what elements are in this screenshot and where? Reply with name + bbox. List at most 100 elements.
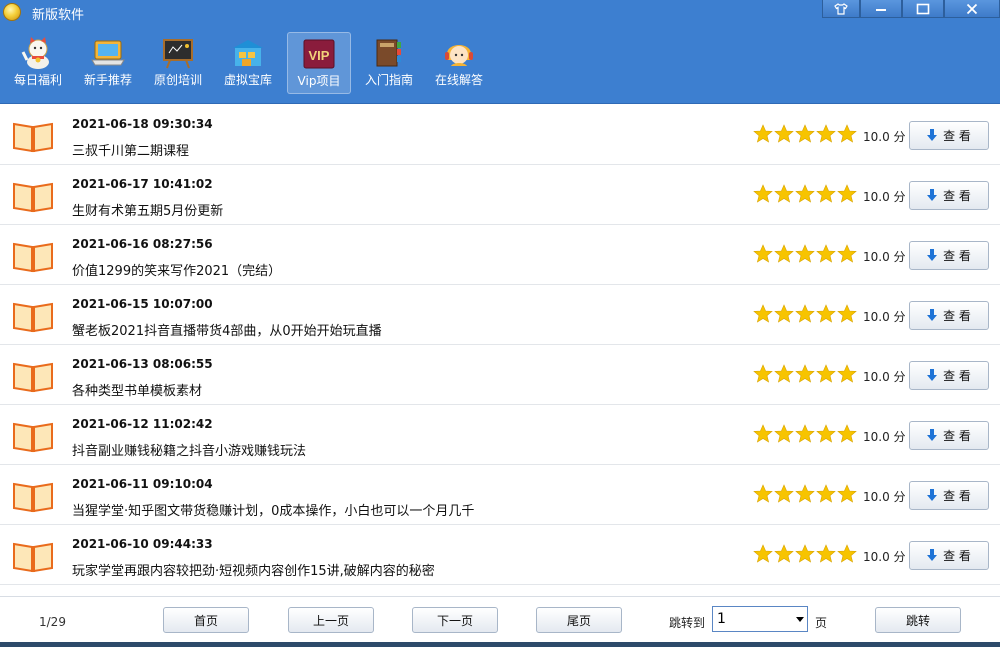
app-logo-icon: [3, 3, 21, 21]
close-button[interactable]: [944, 0, 1000, 18]
view-button[interactable]: 查 看: [909, 481, 989, 510]
toolbar-item-daily-benefits[interactable]: 每日福利: [6, 32, 70, 94]
item-date: 2021-06-12 11:02:42: [72, 417, 213, 431]
star-icon: [816, 544, 836, 563]
last-page-button[interactable]: 尾页: [536, 607, 622, 633]
minimize-button[interactable]: [860, 0, 902, 18]
star-icon: [795, 364, 815, 383]
view-button-label: 查 看: [943, 249, 971, 263]
toolbar-item-label: 在线解答: [434, 73, 483, 87]
star-icon: [753, 484, 773, 503]
star-icon: [774, 364, 794, 383]
star-icon: [774, 124, 794, 143]
list-item: 2021-06-16 08:27:56 价值1299的笑来写作2021（完结） 10…: [0, 225, 1000, 285]
rating-stars: [753, 484, 857, 504]
list-item: 2021-06-13 08:06:55 各种类型书单模板素材 10.0 分 查 看: [0, 345, 1000, 405]
pagination-bar: 1/29 首页 上一页 下一页 尾页 跳转到 1 页 跳转: [0, 596, 1000, 642]
skin-button[interactable]: [822, 0, 860, 18]
rating-stars: [753, 304, 857, 324]
toolbar-item-label: 每日福利: [13, 73, 62, 87]
window-bottom-border: [0, 642, 1000, 647]
close-icon: [966, 3, 978, 14]
star-icon: [837, 484, 857, 503]
list-item: 2021-06-15 10:07:00 蟹老板2021抖音直播带货4部曲，从0开始…: [0, 285, 1000, 345]
toolbar-item-virtual-treasury[interactable]: 虚拟宝库: [216, 32, 280, 94]
maximize-button[interactable]: [902, 0, 944, 18]
download-arrow-icon: [927, 129, 938, 141]
view-button[interactable]: 查 看: [909, 241, 989, 270]
rating-stars: [753, 364, 857, 384]
view-button[interactable]: 查 看: [909, 541, 989, 570]
star-icon: [795, 484, 815, 503]
vip-badge-text: VIP: [309, 48, 330, 63]
star-icon: [753, 184, 773, 203]
prev-page-button[interactable]: 上一页: [288, 607, 374, 633]
star-icon: [837, 304, 857, 323]
item-date: 2021-06-18 09:30:34: [72, 117, 213, 131]
toolbar-item-original-training[interactable]: 原创培训: [146, 32, 210, 94]
item-score: 10.0 分: [863, 130, 906, 144]
rating-stars: [753, 124, 857, 144]
item-date: 2021-06-10 09:44:33: [72, 537, 213, 551]
star-icon: [753, 544, 773, 563]
star-icon: [795, 244, 815, 263]
tshirt-icon: [834, 2, 848, 15]
star-icon: [795, 184, 815, 203]
star-icon: [774, 484, 794, 503]
star-icon: [816, 244, 836, 263]
star-icon: [816, 484, 836, 503]
star-icon: [837, 244, 857, 263]
first-page-button[interactable]: 首页: [163, 607, 249, 633]
list-item: 2021-06-12 11:02:42 抖音副业赚钱秘籍之抖音小游戏赚钱玩法 10.…: [0, 405, 1000, 465]
star-icon: [837, 544, 857, 563]
jump-button[interactable]: 跳转: [875, 607, 961, 633]
item-score: 10.0 分: [863, 370, 906, 384]
laptop-icon: [90, 36, 126, 70]
toolbar-item-online-answers[interactable]: 在线解答: [427, 32, 491, 94]
view-button[interactable]: 查 看: [909, 301, 989, 330]
item-date: 2021-06-17 10:41:02: [72, 177, 213, 191]
star-icon: [837, 364, 857, 383]
book-icon: [13, 362, 53, 393]
toolbar-item-getting-started[interactable]: 入门指南: [357, 32, 421, 94]
window-controls: [822, 0, 1000, 18]
view-button[interactable]: 查 看: [909, 361, 989, 390]
star-icon: [816, 424, 836, 443]
book-icon: [13, 542, 53, 573]
star-icon: [774, 244, 794, 263]
item-title: 生财有术第五期5月份更新: [72, 204, 224, 219]
star-icon: [837, 124, 857, 143]
download-arrow-icon: [927, 549, 938, 561]
toolbar-item-label: 虚拟宝库: [223, 73, 272, 87]
page-select[interactable]: 1: [712, 606, 808, 632]
item-date: 2021-06-16 08:27:56: [72, 237, 213, 251]
star-icon: [795, 124, 815, 143]
star-icon: [837, 184, 857, 203]
item-title: 玩家学堂再跟内容较把劲·短视频内容创作15讲,破解内容的秘密: [72, 564, 435, 579]
download-arrow-icon: [927, 429, 938, 441]
next-page-button[interactable]: 下一页: [412, 607, 498, 633]
dropdown-arrow-icon: [796, 617, 804, 622]
rating-stars: [753, 244, 857, 264]
toolbar-item-vip-projects[interactable]: VIP Vip项目: [287, 32, 351, 94]
view-button[interactable]: 查 看: [909, 181, 989, 210]
item-title: 三叔千川第二期课程: [72, 144, 190, 159]
jump-to-label: 跳转到: [669, 616, 706, 630]
view-button-label: 查 看: [943, 489, 971, 503]
view-button[interactable]: 查 看: [909, 421, 989, 450]
star-icon: [753, 124, 773, 143]
view-button[interactable]: 查 看: [909, 121, 989, 150]
item-title: 各种类型书单模板素材: [72, 384, 203, 399]
item-score: 10.0 分: [863, 490, 906, 504]
support-agent-icon: [441, 36, 477, 70]
toolbar-item-beginner-recommend[interactable]: 新手推荐: [76, 32, 140, 94]
warehouse-icon: [230, 36, 266, 70]
toolbar-item-label: 新手推荐: [83, 73, 132, 87]
blackboard-icon: [160, 36, 196, 70]
star-icon: [837, 424, 857, 443]
page-select-value: 1: [717, 611, 726, 627]
download-arrow-icon: [927, 309, 938, 321]
lucky-cat-icon: [20, 36, 56, 70]
star-icon: [753, 304, 773, 323]
list-item: 2021-06-18 09:30:34 三叔千川第二期课程 10.0 分 查 看: [0, 105, 1000, 165]
